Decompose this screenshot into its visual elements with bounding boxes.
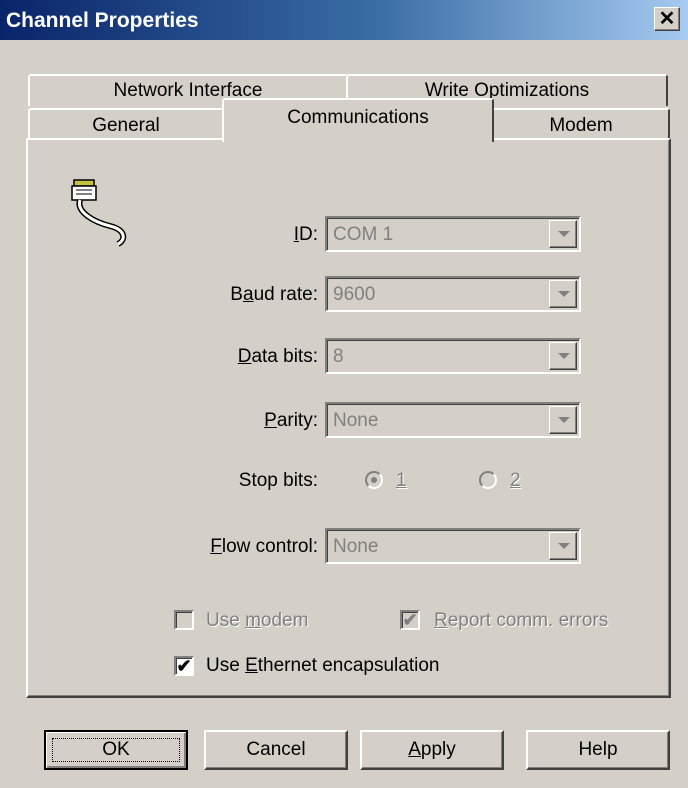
use-modem-label: Use modem (206, 610, 309, 631)
help-button[interactable]: Help (526, 730, 670, 770)
flow-control-label: Flow control: (210, 536, 318, 557)
data-bits-label: Data bits: (237, 346, 318, 367)
data-bits-value: 8 (333, 346, 344, 367)
chevron-down-icon[interactable] (549, 220, 577, 248)
ethernet-encapsulation-checkbox[interactable]: ✔ (174, 656, 194, 676)
cancel-button-label: Cancel (246, 739, 306, 760)
cancel-button[interactable]: Cancel (204, 730, 348, 770)
focus-rect (52, 738, 180, 762)
flow-control-value: None (333, 536, 379, 557)
checkmark-icon: ✔ (402, 610, 418, 630)
chevron-down-icon[interactable] (549, 342, 577, 370)
parity-label: Parity: (264, 410, 318, 431)
window-title: Channel Properties (6, 9, 199, 32)
parity-value: None (333, 410, 379, 431)
chevron-down-icon[interactable] (549, 406, 577, 434)
baud-rate-label: Baud rate: (230, 284, 318, 305)
radio-selected-dot (371, 477, 377, 483)
baud-rate-value: 9600 (333, 284, 376, 305)
apply-button-mnemonic: A (408, 739, 421, 760)
communications-panel: ID: COM 1 Baud rate: 9600 Data bits: 8 P… (26, 138, 671, 698)
baud-rate-dropdown[interactable]: 9600 (325, 276, 581, 312)
tab-communications[interactable]: Communications (222, 98, 494, 142)
flow-control-dropdown[interactable]: None (325, 528, 581, 564)
use-modem-checkbox[interactable] (174, 610, 194, 630)
id-label: ID: (293, 224, 318, 245)
stop-bits-option-1-label: 1 (396, 470, 407, 491)
close-icon: ✕ (658, 8, 676, 30)
data-bits-dropdown[interactable]: 8 (325, 338, 581, 374)
stop-bits-radio-1[interactable] (365, 471, 383, 489)
chevron-down-icon[interactable] (549, 532, 577, 560)
stop-bits-option-2-label: 2 (510, 470, 521, 491)
tab-modem[interactable]: Modem (492, 108, 670, 140)
close-button[interactable]: ✕ (654, 7, 680, 31)
chevron-down-icon[interactable] (549, 280, 577, 308)
tab-general[interactable]: General (28, 108, 224, 140)
title-bar: Channel Properties ✕ (0, 0, 688, 40)
id-value: COM 1 (333, 224, 394, 245)
report-errors-checkbox[interactable]: ✔ (400, 610, 420, 630)
stop-bits-radio-2[interactable] (479, 471, 497, 489)
apply-button[interactable]: Apply (360, 730, 504, 770)
help-button-label: Help (578, 739, 618, 760)
ethernet-encapsulation-label: Use Ethernet encapsulation (206, 655, 440, 676)
tab-label: Communications (287, 107, 429, 128)
id-dropdown[interactable]: COM 1 (325, 216, 581, 252)
checkmark-icon: ✔ (176, 656, 192, 676)
apply-button-label: pply (420, 739, 456, 760)
parity-dropdown[interactable]: None (325, 402, 581, 438)
stop-bits-label: Stop bits: (238, 470, 318, 491)
ok-button[interactable]: OK (44, 730, 188, 770)
report-errors-label: Report comm. errors (434, 610, 609, 631)
